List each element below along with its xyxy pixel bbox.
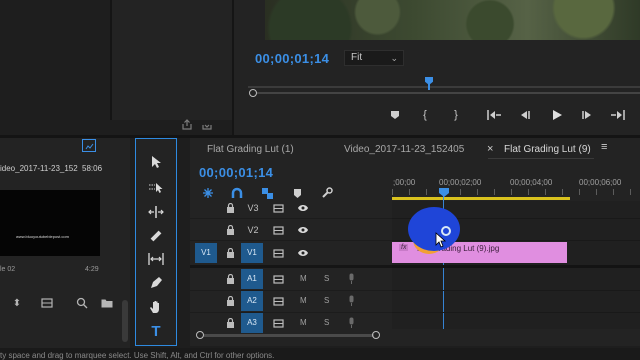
- microphone-icon[interactable]: [345, 294, 357, 306]
- track-target-v1[interactable]: V1: [241, 243, 263, 263]
- mark-out-icon[interactable]: }: [449, 107, 463, 123]
- mute-button[interactable]: M: [300, 296, 307, 305]
- chevron-down-icon: ⌄: [390, 53, 398, 63]
- zoom-scroll-track[interactable]: [257, 92, 640, 94]
- new-bin-icon[interactable]: [82, 139, 96, 152]
- active-tab-underline: [488, 158, 594, 159]
- sync-lock-icon[interactable]: [272, 273, 284, 285]
- source-monitor-panel: [0, 0, 110, 120]
- track-name[interactable]: V2: [244, 221, 262, 239]
- zoom-select[interactable]: Fit ⌄: [344, 50, 404, 66]
- export-frame-icon[interactable]: [180, 118, 194, 132]
- panel-menu-icon[interactable]: ≡: [601, 141, 607, 153]
- timeline-tab[interactable]: Flat Grading Lut (1): [207, 144, 294, 155]
- playhead-line: [428, 84, 430, 90]
- zoom-select-value: Fit: [351, 52, 363, 63]
- item-duration: 4:29: [85, 266, 99, 273]
- mouse-cursor-icon: [433, 230, 449, 250]
- lock-icon[interactable]: [224, 295, 236, 307]
- step-forward-icon[interactable]: [580, 108, 594, 122]
- mark-in-icon[interactable]: {: [418, 107, 432, 123]
- add-marker-icon[interactable]: [290, 186, 304, 200]
- clip-name[interactable]: ideo_2017-11-23_152: [0, 164, 78, 173]
- sync-lock-icon[interactable]: [272, 295, 284, 307]
- solo-button[interactable]: S: [324, 274, 329, 283]
- snap-magnet-icon[interactable]: [230, 186, 244, 200]
- item-label[interactable]: le 02: [0, 266, 15, 273]
- track-select-tool-icon[interactable]: [146, 177, 166, 197]
- thumbnail-caption: www.bluoyoutubeblepost.com: [16, 234, 69, 239]
- timeline-tab[interactable]: Video_2017-11-23_152405: [344, 144, 464, 155]
- project-panel-scrollbar[interactable]: [122, 300, 128, 342]
- lock-icon[interactable]: [224, 273, 236, 285]
- pen-tool-icon[interactable]: [146, 273, 166, 293]
- go-to-out-icon[interactable]: [610, 108, 626, 122]
- timeline-scroll-handle[interactable]: [372, 331, 380, 339]
- ruler-label: 00;00;02;00: [439, 178, 482, 187]
- ruler-ticks: [392, 189, 640, 195]
- clip-thumbnail[interactable]: www.bluoyoutubeblepost.com: [0, 190, 100, 256]
- sync-lock-icon[interactable]: [272, 247, 284, 259]
- export-icon[interactable]: [200, 118, 214, 132]
- lock-icon[interactable]: [224, 317, 236, 329]
- status-text: ty space and drag to marquee select. Use…: [0, 351, 275, 360]
- timeline-timecode[interactable]: 00;00;01;14: [199, 165, 273, 180]
- fx-badge: fx: [399, 244, 409, 251]
- track-target-a3[interactable]: A3: [241, 313, 263, 333]
- sort-icon[interactable]: ⬍: [10, 296, 24, 310]
- zoom-scroll-handle[interactable]: [249, 89, 257, 97]
- ruler-label: 00;00;04;00: [510, 178, 553, 187]
- automate-to-sequence-icon[interactable]: [40, 297, 54, 309]
- wrench-icon[interactable]: [320, 186, 334, 200]
- microphone-icon[interactable]: [345, 316, 357, 328]
- track-name[interactable]: V3: [244, 199, 262, 217]
- work-area-bar[interactable]: [392, 197, 570, 200]
- sync-lock-icon[interactable]: [272, 317, 284, 329]
- selection-tool-icon[interactable]: [146, 152, 166, 172]
- eye-icon[interactable]: [296, 224, 310, 236]
- program-timecode[interactable]: 00;00;01;14: [255, 51, 329, 66]
- ruler-label: 00;00;06;00: [579, 178, 622, 187]
- program-video-frame: [265, 0, 640, 40]
- ruler-label: ;00;00: [393, 178, 416, 187]
- status-bar: ty space and drag to marquee select. Use…: [0, 348, 640, 360]
- folder-icon[interactable]: [100, 297, 114, 309]
- lock-icon[interactable]: [224, 202, 236, 214]
- track-target-a1[interactable]: A1: [241, 269, 263, 289]
- step-back-icon[interactable]: [518, 108, 532, 122]
- sync-lock-icon[interactable]: [272, 202, 284, 214]
- hand-tool-icon[interactable]: [146, 297, 166, 317]
- program-scrub-bar[interactable]: [248, 86, 640, 88]
- lock-icon[interactable]: [224, 224, 236, 236]
- mute-button[interactable]: M: [300, 318, 307, 327]
- microphone-icon[interactable]: [345, 272, 357, 284]
- timeline-tab-active[interactable]: Flat Grading Lut (9): [504, 144, 591, 155]
- close-tab-icon[interactable]: ×: [487, 143, 493, 155]
- eye-icon[interactable]: [296, 202, 310, 214]
- linked-selection-icon[interactable]: [260, 186, 274, 200]
- insert-sequence-icon[interactable]: [201, 186, 215, 200]
- slip-tool-icon[interactable]: [146, 249, 166, 269]
- type-tool-icon[interactable]: T: [146, 321, 166, 341]
- razor-tool-icon[interactable]: [146, 226, 166, 246]
- eye-icon[interactable]: [296, 247, 310, 259]
- add-marker-icon[interactable]: [388, 108, 402, 122]
- search-icon[interactable]: [75, 297, 89, 309]
- timeline-scroll-handle[interactable]: [196, 331, 204, 339]
- track-target-a2[interactable]: A2: [241, 291, 263, 311]
- ripple-edit-tool-icon[interactable]: [146, 202, 166, 222]
- solo-button[interactable]: S: [324, 296, 329, 305]
- clip-duration: 58:06: [82, 164, 103, 173]
- mute-button[interactable]: M: [300, 274, 307, 283]
- go-to-in-icon[interactable]: [486, 108, 502, 122]
- play-icon[interactable]: [549, 107, 565, 123]
- lock-icon[interactable]: [224, 247, 236, 259]
- source-patch-v1[interactable]: V1: [195, 243, 217, 263]
- solo-button[interactable]: S: [324, 318, 329, 327]
- timeline-scrollbar[interactable]: [204, 334, 374, 337]
- sync-lock-icon[interactable]: [272, 224, 284, 236]
- source-monitor-area: [112, 0, 232, 120]
